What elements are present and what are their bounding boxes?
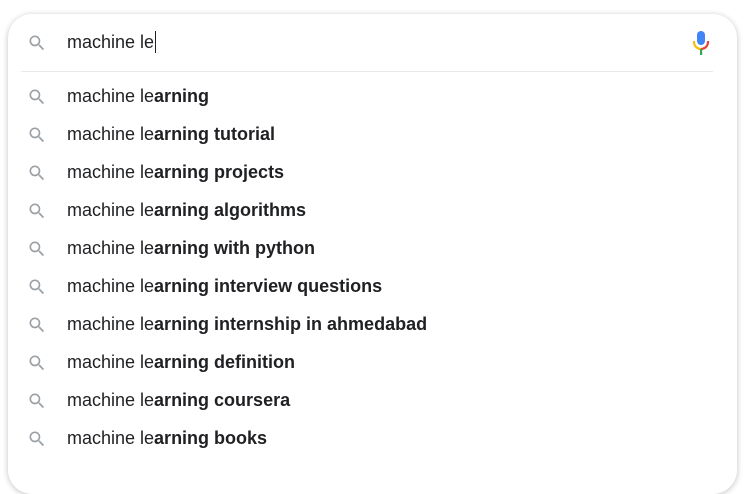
search-icon	[27, 33, 47, 53]
suggestion-item[interactable]: machine learning tutorial	[8, 115, 737, 153]
suggestion-completion: arning coursera	[154, 390, 291, 410]
suggestion-prefix: machine le	[67, 86, 155, 106]
suggestion-item[interactable]: machine learning definition	[8, 343, 737, 381]
suggestion-text[interactable]: machine learning interview questions	[67, 267, 382, 305]
suggestion-item[interactable]: machine learning projects	[8, 153, 737, 191]
search-icon	[27, 163, 47, 183]
suggestion-completion: arning projects	[154, 162, 285, 182]
suggestion-prefix: machine le	[67, 428, 155, 448]
suggestion-item[interactable]: machine learning algorithms	[8, 191, 737, 229]
search-icon	[27, 429, 47, 449]
suggestion-text[interactable]: machine learning	[67, 77, 209, 115]
suggestion-item[interactable]: machine learning	[8, 77, 737, 115]
suggestion-prefix: machine le	[67, 276, 155, 296]
suggestion-text[interactable]: machine learning algorithms	[67, 191, 306, 229]
search-input-row[interactable]: machine le	[8, 14, 737, 71]
suggestion-completion: arning	[154, 86, 210, 106]
suggestion-completion: arning with python	[154, 238, 316, 258]
suggestion-prefix: machine le	[67, 390, 155, 410]
search-icon	[27, 125, 47, 145]
suggestion-prefix: machine le	[67, 352, 155, 372]
suggestion-completion: arning tutorial	[154, 124, 276, 144]
suggestion-text[interactable]: machine learning with python	[67, 229, 315, 267]
suggestion-completion: arning definition	[154, 352, 296, 372]
input-divider	[21, 71, 713, 72]
search-box[interactable]: machine le machine learning machine learn…	[8, 14, 737, 494]
suggestion-completion: arning interview questions	[154, 276, 383, 296]
suggestion-completion: arning internship in ahmedabad	[154, 314, 428, 334]
suggestion-item[interactable]: machine learning books	[8, 419, 737, 457]
suggestion-completion: arning books	[154, 428, 268, 448]
suggestion-prefix: machine le	[67, 314, 155, 334]
suggestion-completion: arning algorithms	[154, 200, 307, 220]
suggestion-prefix: machine le	[67, 124, 155, 144]
search-icon	[27, 315, 47, 335]
search-icon	[27, 277, 47, 297]
search-icon	[27, 201, 47, 221]
suggestion-item[interactable]: machine learning internship in ahmedabad	[8, 305, 737, 343]
suggestion-item[interactable]: machine learning coursera	[8, 381, 737, 419]
suggestion-prefix: machine le	[67, 238, 155, 258]
suggestion-text[interactable]: machine learning definition	[67, 343, 295, 381]
suggestion-prefix: machine le	[67, 162, 155, 182]
suggestion-item[interactable]: machine learning with python	[8, 229, 737, 267]
search-icon	[27, 87, 47, 107]
search-input[interactable]: machine le	[67, 30, 157, 54]
microphone-icon[interactable]	[689, 29, 713, 57]
suggestion-text[interactable]: machine learning internship in ahmedabad	[67, 305, 427, 343]
search-icon	[27, 239, 47, 259]
suggestion-text[interactable]: machine learning coursera	[67, 381, 290, 419]
suggestion-text[interactable]: machine learning books	[67, 419, 267, 457]
text-caret	[155, 31, 157, 53]
suggestion-item[interactable]: machine learning interview questions	[8, 267, 737, 305]
suggestion-list: machine learning machine learning tutoria…	[8, 77, 737, 457]
suggestion-text[interactable]: machine learning tutorial	[67, 115, 275, 153]
suggestion-text[interactable]: machine learning projects	[67, 153, 284, 191]
search-query-text[interactable]: machine le	[67, 30, 154, 54]
search-icon	[27, 353, 47, 373]
suggestion-prefix: machine le	[67, 200, 155, 220]
search-icon	[27, 391, 47, 411]
